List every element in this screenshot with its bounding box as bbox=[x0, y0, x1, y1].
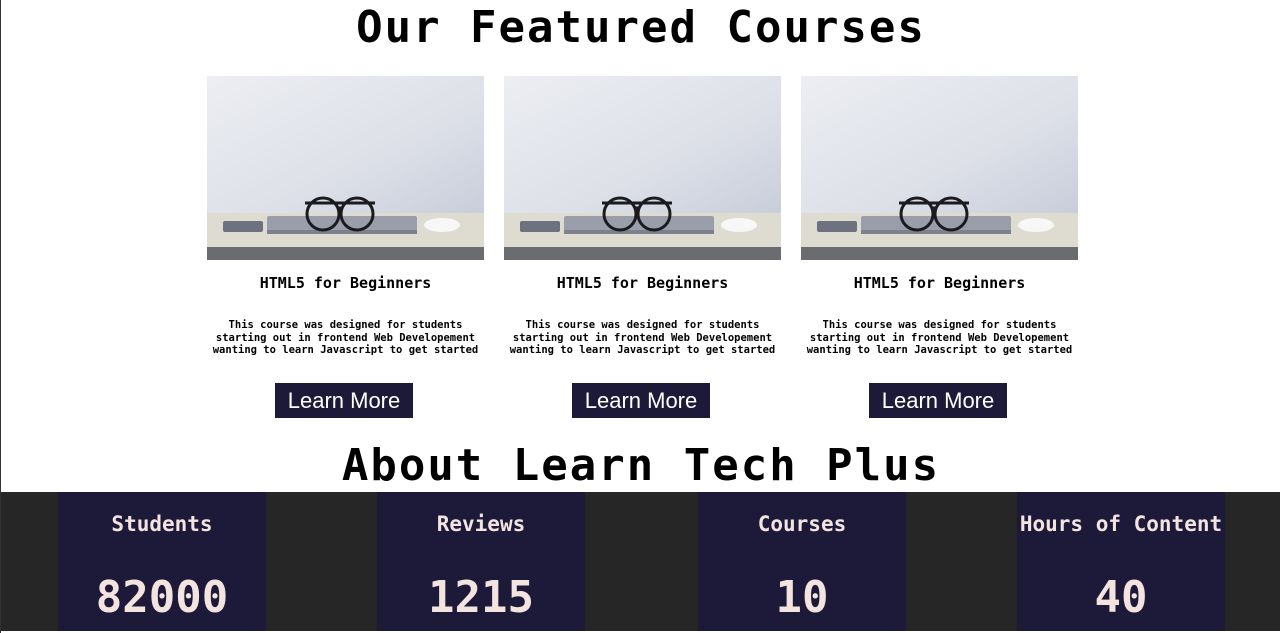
course-title: HTML5 for Beginners bbox=[259, 274, 432, 292]
stat-students: Students 82000 bbox=[58, 492, 266, 631]
stat-label: Students bbox=[111, 512, 213, 536]
course-image bbox=[801, 76, 1078, 260]
learn-more-button[interactable]: Learn More bbox=[275, 383, 413, 418]
stats-band: Students 82000 Reviews 1215 Courses 10 H… bbox=[1, 492, 1280, 631]
course-card: HTML5 for Beginners This course was desi… bbox=[504, 76, 781, 421]
stat-hours-of-content: Hours of Content 40 bbox=[1017, 492, 1225, 631]
stat-label: Courses bbox=[757, 512, 847, 536]
featured-courses-heading: Our Featured Courses bbox=[356, 2, 926, 53]
page: Our Featured Courses HTML5 for Beginners… bbox=[0, 0, 1280, 633]
learn-more-button[interactable]: Learn More bbox=[869, 383, 1007, 418]
course-title: HTML5 for Beginners bbox=[853, 274, 1026, 292]
course-description: This course was designed for students st… bbox=[212, 319, 479, 356]
course-cards: HTML5 for Beginners This course was desi… bbox=[207, 76, 1078, 421]
course-image bbox=[504, 76, 781, 260]
desk-glasses-laptop-image bbox=[207, 76, 484, 260]
desk-glasses-laptop-image bbox=[504, 76, 781, 260]
about-heading: About Learn Tech Plus bbox=[341, 440, 941, 491]
stat-label: Hours of Content bbox=[1019, 512, 1223, 536]
course-card: HTML5 for Beginners This course was desi… bbox=[207, 76, 484, 421]
learn-more-button[interactable]: Learn More bbox=[572, 383, 710, 418]
course-description: This course was designed for students st… bbox=[806, 319, 1073, 356]
course-description: This course was designed for students st… bbox=[509, 319, 776, 356]
stat-value: 10 bbox=[775, 572, 829, 623]
desk-glasses-laptop-image bbox=[801, 76, 1078, 260]
stat-courses: Courses 10 bbox=[698, 492, 906, 631]
course-title: HTML5 for Beginners bbox=[556, 274, 729, 292]
stat-value: 40 bbox=[1094, 572, 1148, 623]
stat-label: Reviews bbox=[436, 512, 526, 536]
stat-reviews: Reviews 1215 bbox=[377, 492, 585, 631]
course-image bbox=[207, 76, 484, 260]
stat-value: 82000 bbox=[95, 572, 229, 623]
stat-value: 1215 bbox=[428, 572, 534, 623]
course-card: HTML5 for Beginners This course was desi… bbox=[801, 76, 1078, 421]
